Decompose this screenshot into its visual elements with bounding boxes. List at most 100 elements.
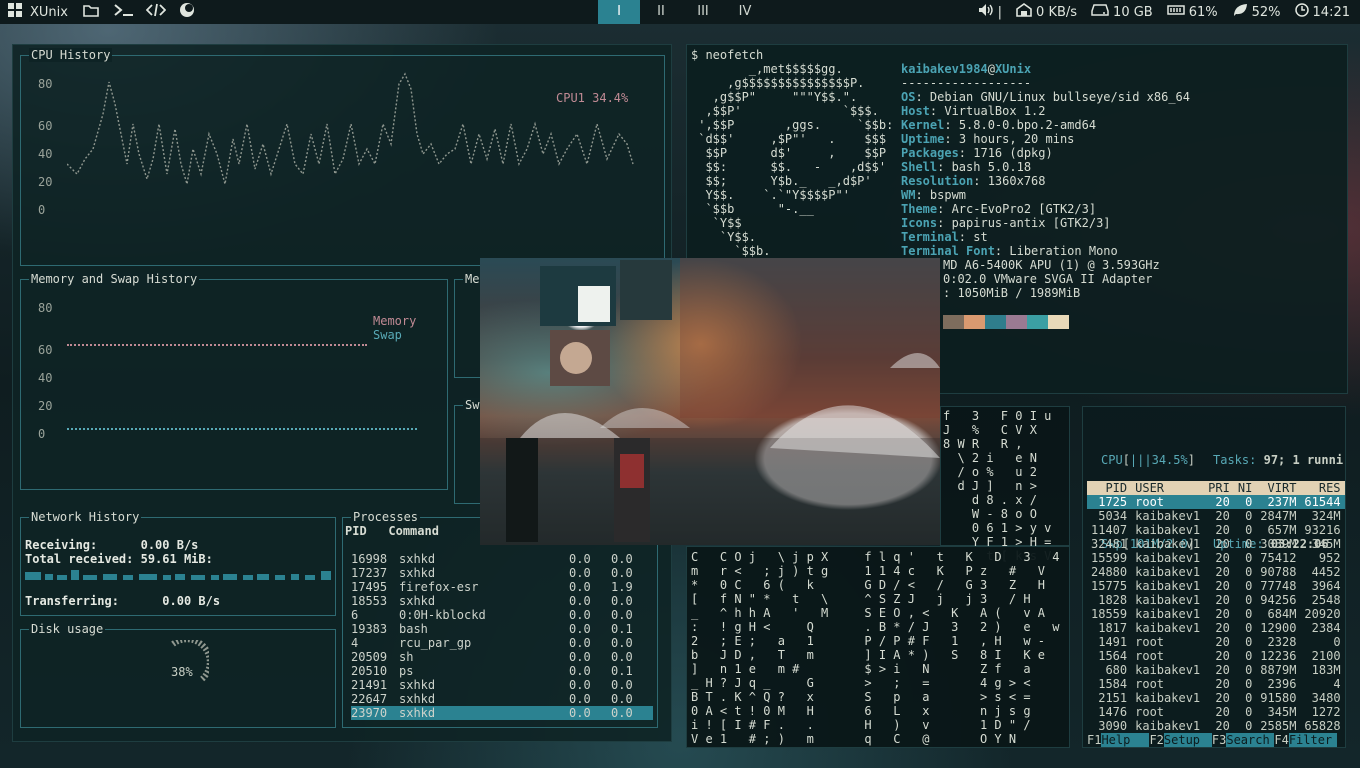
photo-viewer-window[interactable] (480, 258, 940, 545)
sysinfo-key: Terminal Font (901, 244, 995, 258)
process-cpu: 0.0 (569, 580, 591, 594)
process-row[interactable]: 17495 firefox-esr 0.0 1.9 (351, 580, 653, 594)
total-received-label: Total received: (25, 552, 134, 566)
htop-process-row[interactable]: 1584 root 20 0 2396 4 (1087, 677, 1345, 691)
network-indicator[interactable]: 0 KB/s (1016, 3, 1077, 21)
process-pid: 23970 (351, 706, 388, 720)
htop-process-row[interactable]: 15599 kaibakev1 20 0 75412 952 (1087, 551, 1345, 565)
process-row[interactable]: 16998 sxhkd 0.0 0.0 (351, 552, 653, 566)
process-mem: 0.1 (611, 664, 633, 678)
matrix-line: \ 2 i e N (943, 451, 1037, 465)
moon-icon[interactable] (178, 2, 196, 22)
matrix-line: d J ] n > (943, 479, 1037, 493)
htop-process-row[interactable]: 18559 kaibakev1 20 0 684M 20920 (1087, 607, 1345, 621)
htop-process-row[interactable]: 1476 root 20 0 345M 1272 (1087, 705, 1345, 719)
htop-process-row[interactable]: 3090 kaibakev1 20 0 2585M 65828 (1087, 719, 1345, 733)
shell-prompt: $ neofetch (691, 48, 764, 62)
terminal-icon[interactable] (114, 3, 133, 21)
process-row[interactable]: 19383 bash 0.0 0.1 (351, 622, 653, 636)
workspace-3[interactable]: III (682, 0, 724, 24)
htop-process-row[interactable]: 15775 kaibakev1 20 0 77748 3964 (1087, 579, 1345, 593)
folder-icon[interactable] (82, 4, 100, 21)
process-row[interactable]: 20510 ps 0.0 0.1 (351, 664, 653, 678)
disk-indicator[interactable]: 10 GB (1091, 4, 1153, 20)
matrix-line: / o % u 2 (943, 465, 1037, 479)
process-mem: 0.0 (611, 594, 633, 608)
function-key-button[interactable]: F4Filter (1274, 733, 1337, 747)
color-palette (943, 315, 1069, 329)
htop-cell: root (1135, 495, 1165, 509)
htop-process-row[interactable]: 11407 kaibakev1 20 0 657M 93216 (1087, 523, 1345, 537)
htop-column-header[interactable]: PRI (1204, 481, 1234, 495)
clock[interactable]: 14:21 (1294, 3, 1350, 21)
volume-indicator[interactable]: | (978, 3, 1002, 21)
palette-swatch (943, 315, 964, 329)
htop-process-row[interactable]: 32481 kaibakev1 20 0 3039M 345M (1087, 537, 1345, 551)
sysinfo-key: Host (901, 104, 930, 118)
battery-indicator[interactable]: 52% (1232, 3, 1281, 21)
top-panel: XUnix I II III IV | 0 KB/s 10 GB 61% 52%… (0, 0, 1360, 24)
htop-process-row[interactable]: 1725 root 20 0 237M 61544 (1087, 495, 1345, 509)
htop-column-header[interactable]: NI (1234, 481, 1256, 495)
function-key-button[interactable]: F2Setup (1149, 733, 1212, 747)
workspace-2[interactable]: II (640, 0, 682, 24)
process-row[interactable]: 21491 sxhkd 0.0 0.0 (351, 678, 653, 692)
logo-line: `$$b "-.__ (691, 202, 814, 216)
htop-column-header[interactable]: VIRT (1256, 481, 1300, 495)
pid-header[interactable]: PID (345, 524, 367, 538)
swap-graph-line (67, 428, 417, 430)
htop-column-header[interactable]: RES (1300, 481, 1344, 495)
htop-cell: 2548 (1311, 593, 1341, 607)
htop-cell: 93216 (1304, 523, 1341, 537)
logo-line: `Y$$ (691, 216, 742, 230)
function-key-button[interactable]: F3Search (1212, 733, 1275, 747)
app-menu-button[interactable]: XUnix (6, 3, 68, 21)
htop-process-row[interactable]: 1564 root 20 0 12236 2100 (1087, 649, 1345, 663)
process-row[interactable]: 22647 sxhkd 0.0 0.0 (351, 692, 653, 706)
process-mem: 0.0 (611, 608, 633, 622)
process-row[interactable]: 20509 sh 0.0 0.0 (351, 650, 653, 664)
logo-line: ,g$$P" """Y$$.". (691, 90, 858, 104)
sysinfo-row: Resolution: 1360x768 (901, 174, 1046, 188)
matrix-line: ] n 1 e m # $ > i N Z f a (691, 662, 1031, 676)
htop-process-row[interactable]: 2151 kaibakev1 20 0 91580 3480 (1087, 691, 1345, 705)
htop-process-row[interactable]: 5034 kaibakev1 20 0 2847M 324M (1087, 509, 1345, 523)
memory-graph-line (67, 344, 367, 346)
code-icon[interactable] (145, 3, 167, 21)
process-row[interactable]: 17237 sxhkd 0.0 0.0 (351, 566, 653, 580)
matrix-terminal-top[interactable]: f 3 F 0 I uJ % C V X8 W R R , \ 2 i e N … (940, 406, 1070, 563)
sysinfo-value: Liberation Mono (1009, 244, 1118, 258)
process-row[interactable]: 4 rcu_par_gp 0.0 0.0 (351, 636, 653, 650)
disk-donut (171, 640, 209, 683)
process-row[interactable]: 23970 sxhkd 0.0 0.0 (351, 706, 653, 720)
memory-line: : 1050MiB / 1989MiB (943, 286, 1081, 300)
htop-process-row[interactable]: 1491 root 20 0 2328 0 (1087, 635, 1345, 649)
workspace-4[interactable]: IV (724, 0, 766, 24)
memory-indicator[interactable]: 61% (1166, 4, 1218, 20)
process-pid: 20509 (351, 650, 388, 664)
y-tick: 0 (38, 427, 46, 441)
workspace-1[interactable]: I (598, 0, 640, 24)
process-row[interactable]: 18553 sxhkd 0.0 0.0 (351, 594, 653, 608)
htop-process-row[interactable]: 24880 kaibakev1 20 0 90788 4452 (1087, 565, 1345, 579)
process-row[interactable]: 6 0:0H-kblockd 0.0 0.0 (351, 608, 653, 622)
htop-process-row[interactable]: 1817 kaibakev1 20 0 12900 2384 (1087, 621, 1345, 635)
process-mem: 0.0 (611, 566, 633, 580)
htop-column-header[interactable]: PID (1087, 481, 1131, 495)
disk-usage-panel: Disk usage 38% (20, 622, 336, 728)
logo-line: `d$$' ,$P"' . $$$ (691, 132, 887, 146)
matrix-terminal[interactable]: C C O j \ j p X f l q ' t K D 3 4m r < ;… (686, 546, 1070, 748)
htop-cell: kaibakev1 (1135, 579, 1201, 593)
command-header[interactable]: Command (388, 524, 439, 538)
matrix-rain-top: f 3 F 0 I uJ % C V X8 W R R , \ 2 i e N … (943, 409, 1051, 563)
htop-process-row[interactable]: 1828 kaibakev1 20 0 94256 2548 (1087, 593, 1345, 607)
htop-window[interactable]: CPU[|||34.5%] Mem[1.04G/1.] Swp[101M/2.0… (1082, 406, 1346, 748)
htop-cell: 3090 (1098, 719, 1128, 733)
htop-cell: 20 (1215, 705, 1230, 719)
htop-cell: 8879M (1260, 663, 1297, 677)
sysinfo-block: kaibakev1984@XUnix ------------------ OS… (901, 62, 1190, 258)
function-key-button[interactable]: F1Help (1087, 733, 1150, 747)
htop-process-row[interactable]: 680 kaibakev1 20 0 8879M 183M (1087, 663, 1345, 677)
htop-column-header[interactable]: USER (1131, 481, 1204, 495)
function-key-label: Search (1226, 733, 1275, 747)
